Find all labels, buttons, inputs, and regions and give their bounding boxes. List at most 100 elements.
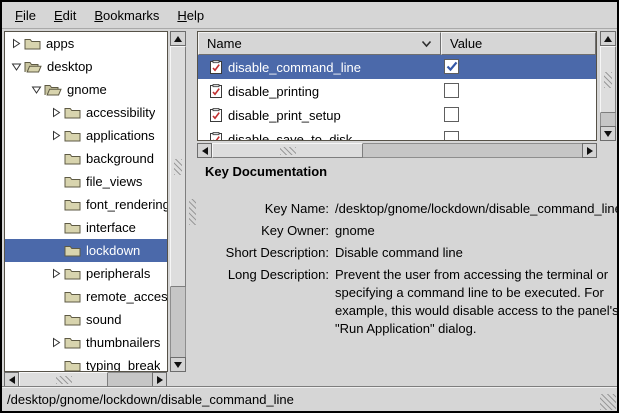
expander-closed-icon[interactable] [49,268,64,279]
tree-item-label: thumbnailers [86,335,160,350]
tree-vscrollbar-thumb[interactable] [170,46,186,287]
tree-item-lockdown[interactable]: lockdown [5,239,167,262]
doc-field-value: gnome [335,222,619,240]
key-name-label: disable_print_setup [228,108,341,123]
key-documentation-fields: Key Name:/desktop/gnome/lockdown/disable… [197,200,617,338]
column-header-name-label: Name [207,36,242,51]
tree-item-font_rendering[interactable]: font_rendering [5,193,167,216]
tree-item-background[interactable]: background [5,147,167,170]
key-icon [210,108,222,122]
scroll-up-button[interactable] [170,31,186,46]
scroll-left-button[interactable] [4,372,19,387]
tree-item-apps[interactable]: apps [5,32,167,55]
folder-icon [64,336,81,349]
folder-icon [64,106,81,119]
folder-icon [64,267,81,280]
window-resize-grip[interactable] [600,394,616,410]
tree-item-label: typing_break [86,358,160,372]
tree-item-label: gnome [67,82,107,97]
key-row-disable_save_to_disk[interactable]: disable_save_to_disk [198,127,596,140]
tree-item-desktop[interactable]: desktop [5,55,167,78]
tree-item-accessibility[interactable]: accessibility [5,101,167,124]
expander-closed-icon[interactable] [49,337,64,348]
folder-icon [64,313,81,326]
tree-item-interface[interactable]: interface [5,216,167,239]
value-checkbox-unchecked[interactable] [444,83,459,98]
arrow-right-icon [157,376,163,384]
tree-item-label: interface [86,220,136,235]
tree-item-label: file_views [86,174,142,189]
tree-item-label: accessibility [86,105,155,120]
tree-item-label: font_rendering [86,197,167,212]
scroll-down-button[interactable] [170,357,186,372]
tree-item-file_views[interactable]: file_views [5,170,167,193]
tree-item-applications[interactable]: applications [5,124,167,147]
expander-closed-icon[interactable] [49,107,64,118]
doc-field-value: Disable command line [335,244,619,262]
menu-edit[interactable]: Edit [45,5,85,26]
scroll-left-button[interactable] [197,143,212,158]
key-icon [210,132,222,140]
folder-icon [64,175,81,188]
tree-item-remote_access[interactable]: remote_access [5,285,167,308]
folder-icon [64,152,81,165]
menu-bookmarks[interactable]: Bookmarks [85,5,168,26]
key-list: Name Value disable_command_line disable_p… [197,31,597,141]
doc-field-label: Short Description: [197,244,329,262]
key-row-disable_command_line[interactable]: disable_command_line [198,55,596,79]
doc-field-label: Long Description: [197,266,329,338]
key-name-label: disable_command_line [228,60,361,75]
scroll-up-button[interactable] [600,31,616,46]
expander-open-icon[interactable] [9,61,24,72]
expander-closed-icon[interactable] [49,130,64,141]
folder-icon [64,198,81,211]
key-icon [210,84,222,98]
sort-chevron-down-icon[interactable] [421,40,432,48]
scroll-right-button[interactable] [152,372,167,387]
arrow-down-icon [174,362,182,368]
list-vscrollbar-thumb[interactable] [600,46,616,113]
tree-item-peripherals[interactable]: peripherals [5,262,167,285]
column-header-value-label: Value [450,36,482,51]
tree-item-typing_break[interactable]: typing_break [5,354,167,372]
thumb-grip-icon [604,72,612,88]
expander-closed-icon[interactable] [9,38,24,49]
arrow-up-icon [174,36,182,42]
tree-item-label: desktop [47,59,93,74]
tree-item-label: background [86,151,154,166]
menu-help[interactable]: Help [168,5,213,26]
menubar: FileEditBookmarksHelp [2,2,617,29]
tree-item-thumbnailers[interactable]: thumbnailers [5,331,167,354]
tree-item-label: lockdown [86,243,140,258]
arrow-right-icon [587,147,593,155]
key-documentation-title: Key Documentation [205,164,327,179]
config-tree: apps desktop gnome accessibility application… [4,31,168,372]
scroll-down-button[interactable] [600,126,616,141]
key-row-disable_print_setup[interactable]: disable_print_setup [198,103,596,127]
key-name-label: disable_printing [228,84,319,99]
tree-item-label: sound [86,312,121,327]
tree-item-gnome[interactable]: gnome [5,78,167,101]
tree-item-sound[interactable]: sound [5,308,167,331]
doc-field-label: Key Owner: [197,222,329,240]
value-checkbox-unchecked[interactable] [444,107,459,122]
tree-hscrollbar-thumb[interactable] [19,372,108,387]
scroll-right-button[interactable] [582,143,597,158]
key-icon [210,60,222,74]
list-hscrollbar-thumb[interactable] [212,143,363,158]
expander-open-icon[interactable] [29,84,44,95]
value-checkbox-checked[interactable] [444,59,459,74]
pane-splitter[interactable] [188,31,197,386]
splitter-grip-icon [189,199,196,225]
tree-item-label: apps [46,36,74,51]
menu-file[interactable]: File [6,5,45,26]
column-header-value[interactable]: Value [441,32,596,55]
value-checkbox-unchecked[interactable] [444,131,459,140]
folder-open-icon [44,83,62,96]
thumb-grip-icon [56,376,72,384]
key-list-rows: disable_command_line disable_printingdisa… [198,55,596,140]
key-row-disable_printing[interactable]: disable_printing [198,79,596,103]
doc-field-value: Prevent the user from accessing the term… [335,266,619,338]
column-header-name[interactable]: Name [198,32,441,55]
thumb-grip-icon [174,159,182,175]
